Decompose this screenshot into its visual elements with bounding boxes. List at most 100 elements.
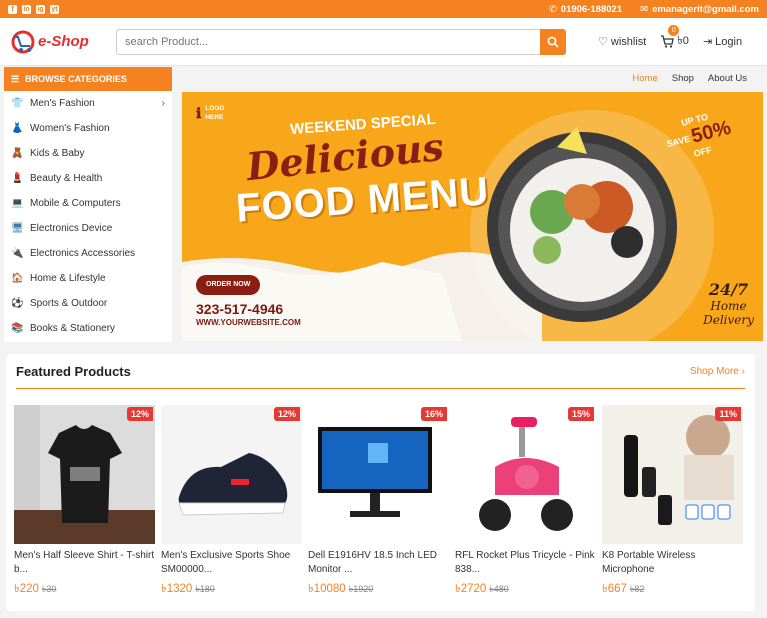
featured-title: Featured Products	[16, 363, 131, 379]
product-image[interactable]: 12%	[14, 405, 155, 544]
home-icon: 🏠	[11, 272, 24, 284]
product-card[interactable]: 12% Men's Exclusive Sports Shoe SM00000..…	[161, 405, 302, 599]
chevron-right-icon: ›	[161, 98, 165, 109]
nav-about-us[interactable]: About Us	[708, 73, 747, 84]
category-item[interactable]: 👕 Men's Fashion ›	[4, 91, 172, 116]
search-bar	[116, 28, 566, 55]
product-old-price: ৳480	[489, 584, 509, 594]
category-item[interactable]: 🔌 Electronics Accessories	[4, 241, 172, 266]
product-price: ৳10080	[308, 583, 346, 595]
header-actions: ♡ wishlist 0 ৳0 ⇥ Login	[598, 25, 742, 51]
category-label: Electronics Device	[30, 223, 113, 234]
shop-more-label: Shop More	[689, 365, 739, 377]
product-card[interactable]: 16% Dell E1916HV 18.5 Inch LED Monitor ..…	[308, 405, 449, 599]
category-label: Beauty & Health	[30, 173, 103, 184]
product-image[interactable]: 15%	[455, 405, 596, 544]
search-icon	[547, 36, 559, 48]
email-contact[interactable]: ✉ emanagerit@gmail.com	[640, 4, 759, 15]
book-icon: 📚	[11, 322, 24, 334]
product-name[interactable]: K8 Portable Wireless Microphone	[602, 549, 743, 577]
hero-row: ☰ BROWSE CATEGORIES 👕 Men's Fashion › 👗 Wome…	[0, 66, 767, 342]
shop-more-link[interactable]: Shop More ›	[690, 366, 745, 377]
browse-categories-header[interactable]: ☰ BROWSE CATEGORIES	[4, 67, 172, 91]
banner-logo: ℹ LOGO HERE	[196, 104, 224, 122]
site-header: e-Shop ♡wishlist 0 ৳0 ⇥Login	[0, 18, 767, 66]
product-old-price: ৳30	[41, 584, 57, 594]
site-logo[interactable]: e-Shop	[10, 29, 116, 55]
discount-badge: 15%	[567, 407, 594, 421]
beauty-icon: 💄	[11, 172, 24, 184]
product-old-price: ৳180	[195, 584, 215, 594]
cutlery-icon: ℹ	[196, 104, 202, 121]
order-now-button[interactable]: ORDER NOW	[206, 281, 250, 288]
cart-total: ৳0	[677, 35, 689, 47]
banner-logo-text: LOGO HERE	[205, 104, 224, 122]
category-item[interactable]: 👗 Women's Fashion	[4, 116, 172, 141]
category-label: Sports & Outdoor	[30, 298, 108, 309]
discount-badge: 11%	[715, 407, 741, 421]
product-price-row: ৳220 ৳30	[14, 580, 155, 599]
device-icon: 🖥	[11, 222, 24, 234]
category-label: Mobile & Computers	[30, 198, 121, 209]
category-label: Home & Lifestyle	[30, 273, 106, 284]
product-price-row: ৳2720 ৳480	[455, 580, 596, 599]
product-card[interactable]: 11% K8 Portable Wireless Microphone ৳667 ৳8…	[602, 405, 743, 599]
banner-website: WWW.YOURWEBSITE.COM	[196, 318, 301, 327]
product-price-row: ৳667 ৳82	[602, 580, 743, 599]
plug-icon: 🔌	[11, 247, 24, 259]
product-grid: 12% Men's Half Sleeve Shirt - T-shirt b..…	[14, 405, 745, 599]
nav-shop[interactable]: Shop	[672, 73, 694, 84]
category-sidebar: ☰ BROWSE CATEGORIES 👕 Men's Fashion › 👗 Wome…	[4, 67, 172, 342]
wishlist-link[interactable]: ♡ wishlist	[598, 35, 646, 49]
cart-icon	[661, 35, 675, 48]
featured-products-section: Featured Products Shop More › 12% Men's H…	[6, 354, 755, 611]
social-links: f in ig yt	[8, 4, 59, 14]
category-item[interactable]: 💻 Mobile & Computers	[4, 191, 172, 216]
discount-badge: 16%	[420, 407, 447, 421]
shirt-icon: 👕	[11, 97, 24, 109]
youtube-icon[interactable]: yt	[50, 4, 59, 14]
category-item[interactable]: 💄 Beauty & Health	[4, 166, 172, 191]
promo-banner[interactable]: ℹ LOGO HERE WEEKEND SPECIAL Delicious FO…	[182, 92, 763, 341]
phone-contact[interactable]: ✆ 01906-188021	[549, 4, 622, 15]
email-address: emanagerit@gmail.com	[652, 3, 759, 15]
product-old-price: ৳1920	[348, 584, 374, 594]
delivery-hours: 24/7	[708, 280, 749, 299]
product-name[interactable]: RFL Rocket Plus Tricycle - Pink 838...	[455, 549, 596, 577]
product-card[interactable]: 12% Men's Half Sleeve Shirt - T-shirt b..…	[14, 405, 155, 599]
product-image[interactable]: 16%	[308, 405, 449, 544]
discount-badge: 12%	[126, 407, 153, 421]
product-name[interactable]: Dell E1916HV 18.5 Inch LED Monitor ...	[308, 549, 449, 577]
seal-save: SAVE	[665, 133, 692, 149]
login-link[interactable]: ⇥ Login	[703, 35, 742, 49]
linkedin-icon[interactable]: in	[22, 4, 31, 14]
instagram-icon[interactable]: ig	[36, 4, 45, 14]
banner-phone: 323-517-4946	[196, 301, 284, 317]
nav-home[interactable]: Home	[632, 73, 657, 84]
category-label: Men's Fashion	[30, 98, 95, 109]
facebook-icon[interactable]: f	[8, 4, 17, 14]
category-label: Electronics Accessories	[30, 248, 136, 259]
category-item[interactable]: 🖥 Electronics Device	[4, 216, 172, 241]
featured-header: Featured Products Shop More ›	[16, 354, 745, 389]
product-card[interactable]: 15% RFL Rocket Plus Tricycle - Pink 838..…	[455, 405, 596, 599]
product-name[interactable]: Men's Exclusive Sports Shoe SM00000...	[161, 549, 302, 577]
category-item[interactable]: 🧸 Kids & Baby	[4, 141, 172, 166]
category-label: Kids & Baby	[30, 148, 85, 159]
product-image[interactable]: 11%	[602, 405, 743, 544]
product-name[interactable]: Men's Half Sleeve Shirt - T-shirt b...	[14, 549, 155, 577]
cart-logo-icon	[10, 29, 36, 55]
category-item[interactable]: 🏠 Home & Lifestyle	[4, 266, 172, 291]
cart-link[interactable]: 0 ৳0	[660, 25, 689, 51]
product-old-price: ৳82	[629, 584, 645, 594]
laptop-icon: 💻	[11, 197, 24, 209]
mail-icon: ✉	[640, 3, 649, 15]
phone-number: 01906-188021	[560, 3, 623, 15]
category-item[interactable]: ⚽ Sports & Outdoor	[4, 291, 172, 316]
phone-icon: ✆	[548, 3, 557, 15]
search-input[interactable]	[116, 28, 540, 55]
category-label: Women's Fashion	[30, 123, 110, 134]
product-image[interactable]: 12%	[161, 405, 302, 544]
search-button[interactable]	[540, 28, 566, 55]
category-item[interactable]: 📚 Books & Stationery	[4, 316, 172, 341]
